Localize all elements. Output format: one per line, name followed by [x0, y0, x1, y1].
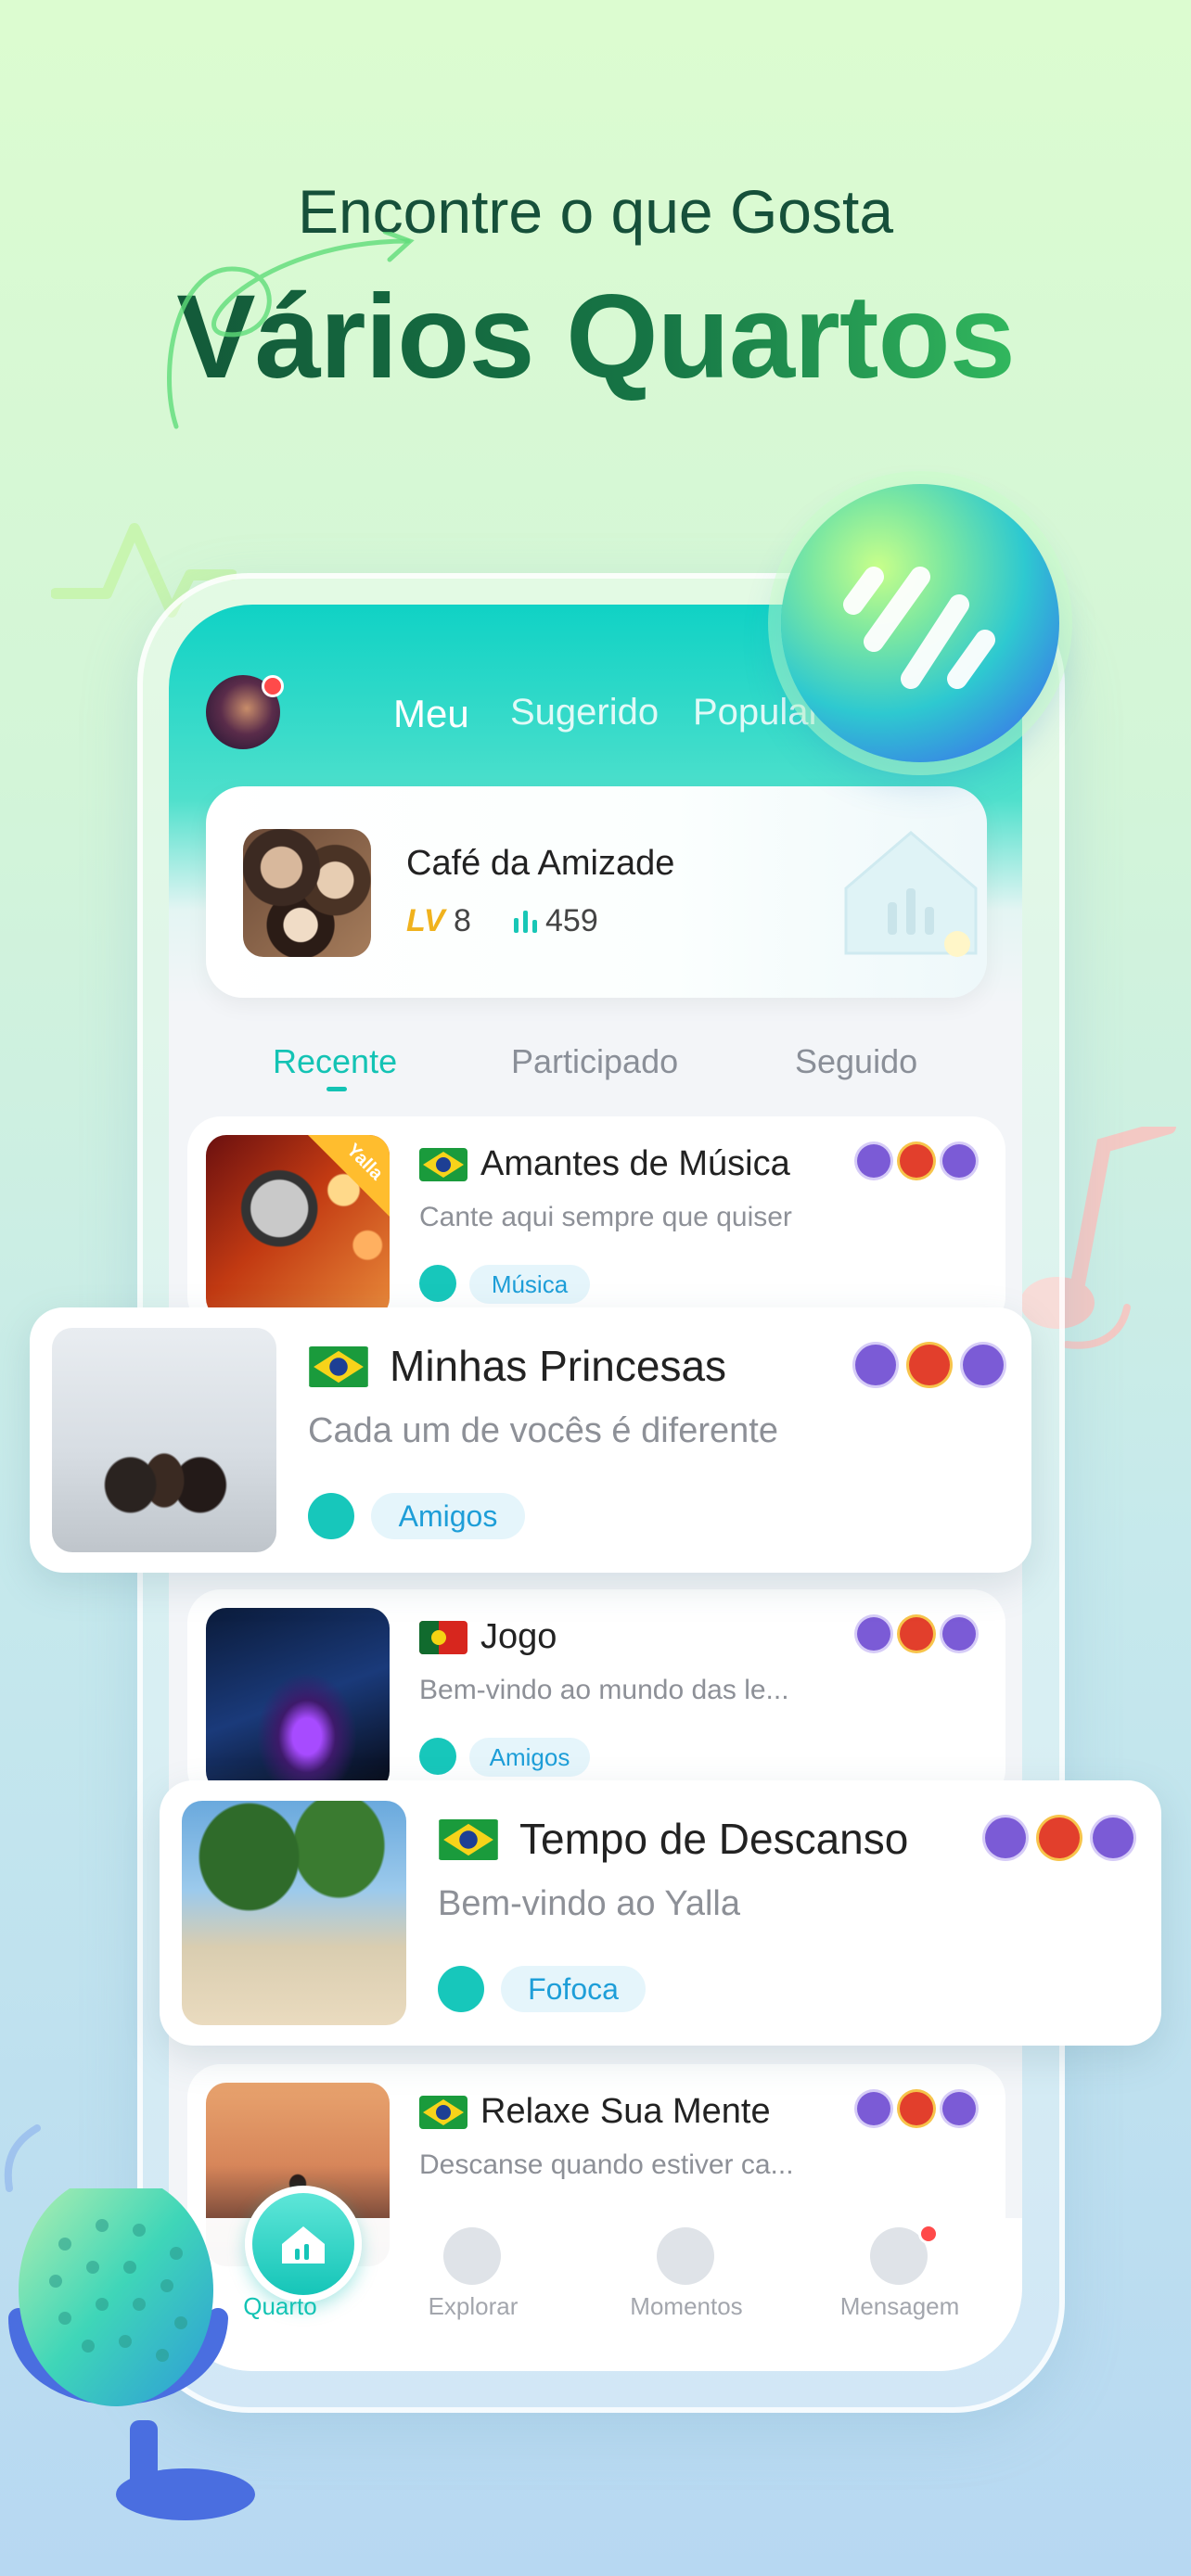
subtab-seguido[interactable]: Seguido	[795, 1042, 917, 1081]
compass-icon	[657, 2227, 714, 2285]
room-description: Bem-vindo ao mundo das le...	[419, 1675, 789, 1705]
house-icon	[844, 831, 978, 957]
nav-label: Explorar	[428, 2292, 519, 2320]
room-description: Cante aqui sempre que quiser	[419, 1202, 792, 1232]
room-title: Relaxe Sua Mente	[480, 2092, 771, 2131]
app-logo-orb	[781, 484, 1059, 762]
badge-icon	[855, 1345, 896, 1385]
room-title: Tempo de Descanso	[519, 1815, 909, 1863]
room-description: Descanse quando estiver ca...	[419, 2149, 794, 2180]
room-thumbnail	[243, 829, 371, 957]
room-category-tag: Amigos	[469, 1738, 590, 1777]
nav-label: Momentos	[630, 2292, 743, 2320]
favorite-room-card[interactable]: Café da Amizade LV 8 459	[206, 786, 987, 998]
badge-icon	[900, 2092, 933, 2125]
room-description: Bem-vindo ao Yalla	[438, 1884, 741, 1923]
bar-chart-icon	[514, 911, 537, 933]
badge-icon	[963, 1345, 1004, 1385]
brazil-flag-icon	[419, 2096, 467, 2129]
badge-icon	[942, 2092, 976, 2125]
badge-icon	[942, 1144, 976, 1178]
room-description: Cada um de vocês é diferente	[308, 1411, 778, 1450]
badge-group	[857, 1144, 976, 1178]
room-title: Amantes de Música	[480, 1144, 790, 1183]
room-title: Jogo	[480, 1617, 557, 1656]
bottom-navigation: Quarto Explorar Momentos Mensagem	[169, 2186, 1022, 2371]
room-card-highlighted[interactable]: Minhas Princesas Cada um de vocês é dife…	[30, 1307, 1031, 1573]
subtab-participado[interactable]: Participado	[511, 1042, 678, 1081]
room-level: LV 8	[406, 903, 471, 938]
pin-icon	[438, 1966, 484, 2012]
badge-icon	[900, 1617, 933, 1651]
room-category-tag: Fofoca	[501, 1966, 646, 2012]
nav-label: Mensagem	[839, 2292, 960, 2320]
tab-sugerido[interactable]: Sugerido	[510, 692, 659, 733]
brazil-flag-icon	[309, 1346, 368, 1387]
badge-group	[857, 2092, 976, 2125]
badge-icon	[985, 1817, 1026, 1858]
badge-icon	[942, 1617, 976, 1651]
brazil-flag-icon	[439, 1819, 498, 1860]
favorite-room-name: Café da Amizade	[406, 844, 675, 883]
room-card[interactable]: Jogo Bem-vindo ao mundo das le... Amigos	[187, 1589, 1005, 1803]
microphone-icon	[8, 2188, 255, 2520]
pin-icon	[419, 1738, 456, 1775]
room-title: Minhas Princesas	[390, 1342, 727, 1390]
pin-icon	[308, 1493, 354, 1539]
swirl-arrow-decoration	[167, 232, 415, 429]
badge-group	[857, 1617, 976, 1651]
room-member-count: 459	[512, 903, 598, 939]
badge-icon	[1039, 1817, 1080, 1858]
badge-icon	[857, 2092, 890, 2125]
room-category-tag: Amigos	[371, 1493, 525, 1539]
badge-icon	[909, 1345, 950, 1385]
subtab-recente[interactable]: Recente	[273, 1042, 397, 1081]
room-thumbnail: Yalla	[206, 1135, 390, 1319]
room-category-tag: Música	[469, 1265, 590, 1304]
badge-group	[985, 1817, 1133, 1858]
active-tab-indicator	[327, 1087, 347, 1091]
brazil-flag-icon	[419, 1148, 467, 1181]
room-thumbnail	[52, 1328, 276, 1552]
badge-icon	[900, 1144, 933, 1178]
notification-dot	[262, 675, 284, 697]
room-card[interactable]: Yalla Amantes de Música Cante aqui sempr…	[187, 1116, 1005, 1330]
badge-icon	[857, 1144, 890, 1178]
portugal-flag-icon	[419, 1621, 467, 1654]
room-card-highlighted[interactable]: Tempo de Descanso Bem-vindo ao Yalla Fof…	[160, 1780, 1161, 2046]
pin-icon	[419, 1265, 456, 1302]
app-logo-icon	[843, 567, 995, 689]
room-thumbnail	[206, 1608, 390, 1792]
tab-meu[interactable]: Meu	[393, 692, 469, 736]
notification-dot	[918, 2224, 939, 2244]
badge-icon	[1093, 1817, 1133, 1858]
room-thumbnail	[182, 1801, 406, 2025]
badge-icon	[857, 1617, 890, 1651]
badge-group	[855, 1345, 1004, 1385]
planet-icon	[443, 2227, 501, 2285]
